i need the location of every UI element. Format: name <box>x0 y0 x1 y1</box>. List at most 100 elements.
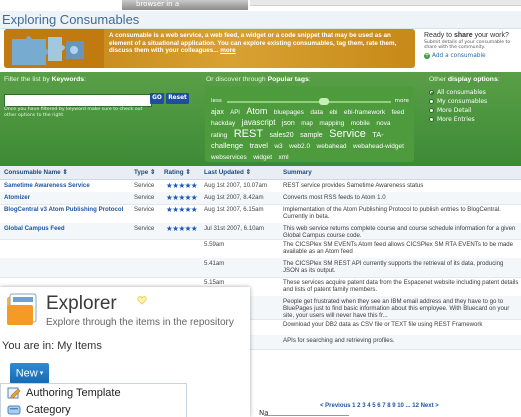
tag-link[interactable]: sales20 <box>270 132 294 139</box>
option-more-detail[interactable]: More Detail <box>429 106 487 115</box>
new-dropdown-menu: Authoring Template Category <box>0 383 187 417</box>
summary-cell: The CICSPlex SM EVENTs Atom feed allows … <box>283 241 514 255</box>
page-title: Exploring Consumables <box>2 12 140 27</box>
option-label: More Entries <box>437 116 475 123</box>
top-bar <box>250 0 521 6</box>
tag-link[interactable]: API <box>230 110 240 116</box>
summary-cell: REST service provides Sametime Awareness… <box>283 182 424 189</box>
keyword-hint: Once you have filtered by keyword make s… <box>4 107 143 118</box>
tag-link[interactable]: ebi <box>329 110 337 116</box>
rating-stars-icon[interactable]: ★★★★★ <box>166 225 198 233</box>
tag-link[interactable]: Service <box>329 128 366 140</box>
display-options-label: Other display options: <box>429 76 500 83</box>
summary-cell: These services acquire patent data from … <box>283 279 519 293</box>
consumable-name-link[interactable]: BlogCentral v3 Atom Publishing Protocol <box>4 206 132 213</box>
tag-link[interactable]: data <box>310 109 323 116</box>
menu-item-label: Authoring Template <box>26 386 121 399</box>
tag-size-slider[interactable]: less more <box>211 98 409 106</box>
tag-link[interactable]: mobile <box>351 120 370 127</box>
tag-link[interactable]: webservices <box>211 154 247 161</box>
consumable-name-link[interactable]: Global Campus Feed <box>4 225 132 232</box>
column-header-label: Rating <box>164 169 184 176</box>
rating-stars-icon[interactable]: ★★★★★ <box>166 194 198 202</box>
pagination[interactable]: < Previous 1 2 3 4 5 6 7 8 9 10 ... 12 N… <box>320 403 439 409</box>
caret-down-icon: ▾ <box>39 370 44 377</box>
slider-less-label: less <box>211 98 222 104</box>
column-header-rating[interactable]: Rating ⇕ <box>164 166 191 179</box>
table-row: 5.41am The CICSPlex SM REST API currently… <box>0 258 521 278</box>
tag-link[interactable]: nova <box>376 120 390 127</box>
radio-icon[interactable] <box>429 108 434 113</box>
tag-link[interactable]: json <box>282 120 295 127</box>
share-box: Ready to share your work? Submit details… <box>418 29 521 68</box>
option-label: All consumables <box>437 89 486 96</box>
column-header-type[interactable]: Type ⇕ <box>134 166 155 179</box>
add-consumable-link[interactable]: + Add a consumable <box>424 52 521 59</box>
option-more-entries[interactable]: More Entries <box>429 115 487 124</box>
tag-link[interactable]: Atom <box>246 106 267 116</box>
last-updated-cell: Jul 31st 2007, 6.10am <box>204 225 264 232</box>
tag-link[interactable]: widget <box>253 154 272 161</box>
keyword-input[interactable] <box>4 94 152 107</box>
slider-more-label: more <box>394 98 410 104</box>
tag-link[interactable]: mapping <box>319 120 344 127</box>
pencil-document-icon <box>7 387 21 398</box>
banner-more-link[interactable]: more <box>220 47 235 54</box>
rating-stars-icon[interactable]: ★★★★★ <box>166 206 198 214</box>
tag-link[interactable]: webahead <box>317 143 347 150</box>
option-my-consumables[interactable]: My consumables <box>429 97 487 106</box>
radio-selected-icon[interactable] <box>429 90 434 95</box>
heart-icon[interactable] <box>137 295 147 305</box>
tag-link[interactable]: feed <box>392 109 405 116</box>
tag-link[interactable]: sample <box>300 132 323 139</box>
tag-link[interactable]: javascript <box>242 118 276 127</box>
breadcrumb-current[interactable]: My Items <box>57 340 102 352</box>
radio-icon[interactable] <box>429 99 434 104</box>
rating-stars-icon[interactable]: ★★★★★ <box>166 182 198 190</box>
column-header-name[interactable]: Consumable Name ⇕ <box>4 166 68 179</box>
screenshot-stage: browser in a Exploring Consumables A con… <box>0 0 521 417</box>
display-label-prefix: Other <box>429 76 448 83</box>
menu-item-category[interactable]: Category <box>1 401 186 417</box>
tag-link[interactable]: webahead-widget <box>353 143 404 150</box>
tag-link[interactable]: xml <box>278 154 288 161</box>
new-button[interactable]: New ▾ <box>10 363 49 384</box>
tag-link[interactable]: bluepages <box>274 109 304 116</box>
summary-cell: Converts most RSS feeds to Atom 1.0 <box>283 194 386 201</box>
radio-icon[interactable] <box>429 117 434 122</box>
tag-link[interactable]: map <box>301 121 313 127</box>
tag-link[interactable]: web2.0 <box>289 143 310 150</box>
column-header-label: Type <box>134 169 149 176</box>
tag-link[interactable]: rating <box>211 132 227 139</box>
share-subtext: Submit details of your consumable to sha… <box>424 40 511 51</box>
reset-button[interactable]: Reset <box>166 93 189 104</box>
tag-link[interactable]: ajax <box>211 109 224 116</box>
column-header-label: Consumable Name <box>4 169 61 176</box>
puzzle-banner-icon <box>4 29 104 68</box>
column-header-last-updated[interactable]: Last Updated ⇕ <box>204 166 251 179</box>
option-all-consumables[interactable]: All consumables <box>429 88 487 97</box>
tag-link[interactable]: w3 <box>274 143 282 150</box>
screenshot-caption: browser in a <box>122 0 248 10</box>
tag-link[interactable]: hackday <box>211 120 235 127</box>
go-button[interactable]: GO <box>150 93 164 104</box>
tag-link[interactable]: ebi-framework <box>344 109 385 116</box>
footer-rule <box>264 415 349 416</box>
column-header-label: Last Updated <box>204 169 244 176</box>
banner-description: A consumable is a web service, a web fee… <box>109 32 397 55</box>
type-cell: Service <box>134 182 155 189</box>
tags-label-bold: Popular tags <box>267 76 309 83</box>
menu-item-authoring-template[interactable]: Authoring Template <box>1 384 186 401</box>
tag-link[interactable]: travel <box>250 141 268 150</box>
last-updated-cell: 5.59am <box>204 241 225 248</box>
table-row: Global Campus Feed Service ★★★★★ Jul 31st 2… <box>0 223 521 240</box>
consumable-name-link[interactable]: Sametime Awareness Service <box>4 182 132 189</box>
summary-cell: The CICSPlex SM REST API currently suppo… <box>283 260 504 274</box>
breadcrumb-label: You are in: <box>2 340 55 352</box>
page-heading: Exploring Consumables <box>0 11 521 29</box>
consumable-name-link[interactable]: Atomizer <box>4 194 132 201</box>
column-header-label: Summary <box>283 169 312 176</box>
tag-link[interactable]: REST <box>234 128 263 140</box>
share-heading-prefix: Ready to <box>424 32 454 39</box>
option-label: My consumables <box>437 98 488 105</box>
